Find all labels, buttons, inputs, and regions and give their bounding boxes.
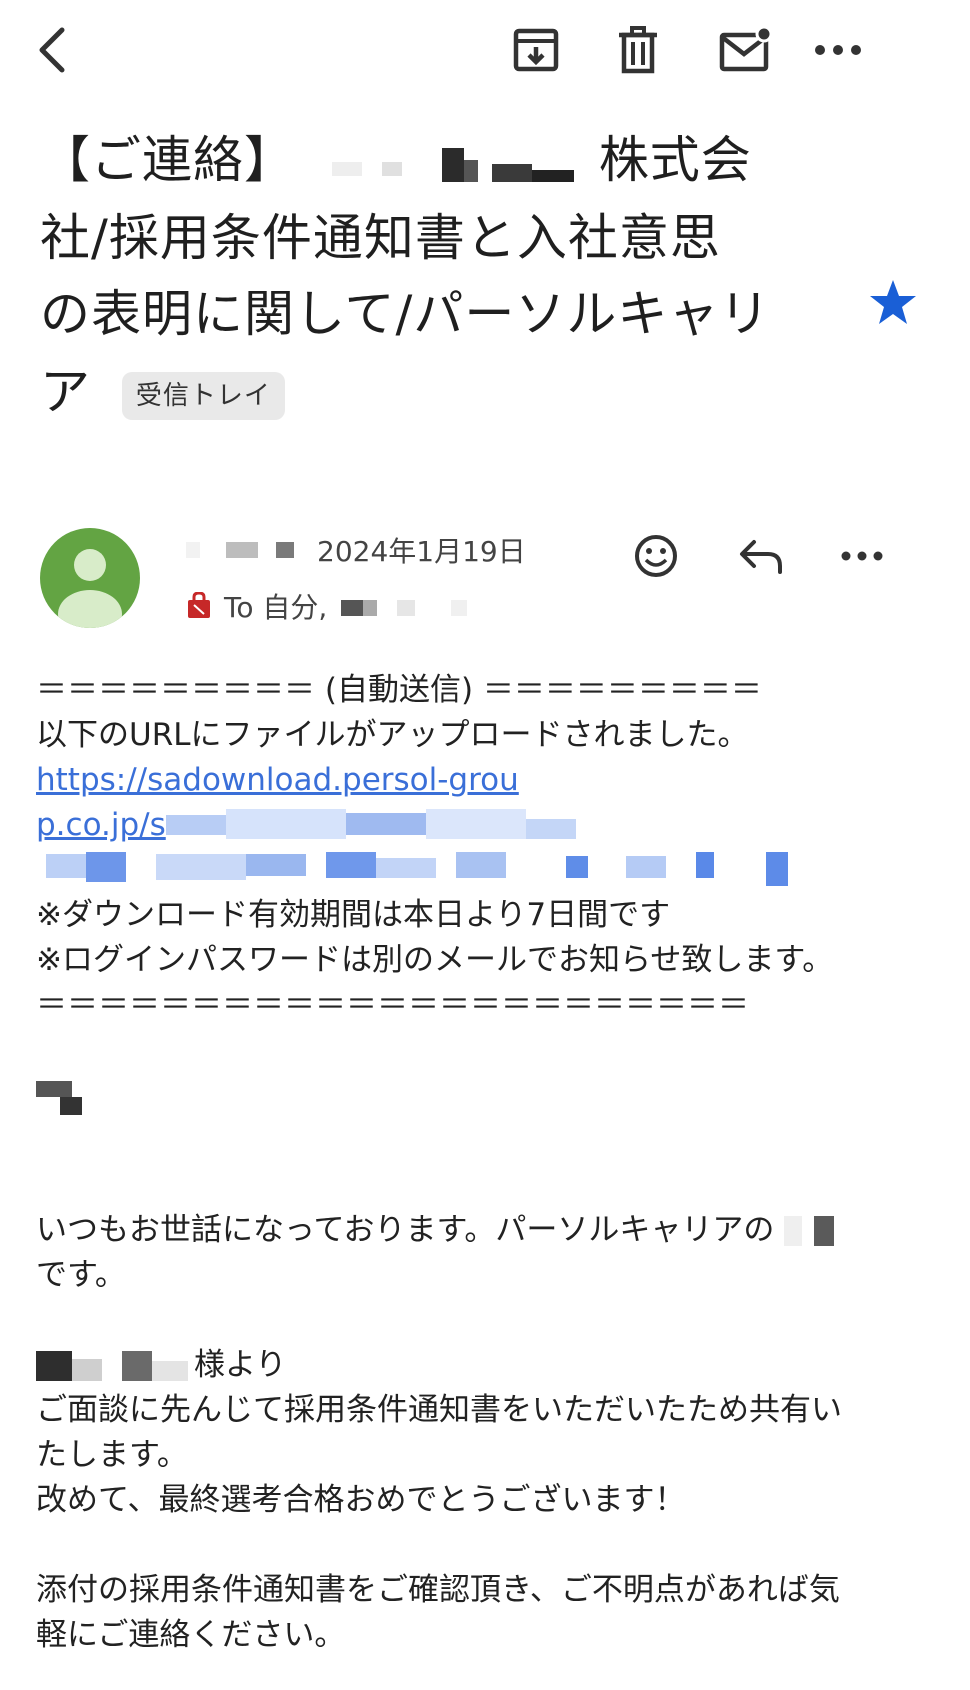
redacted-company-name (312, 144, 582, 184)
body-line: ご面談に先んじて採用条件通知書をいただいたため共有い (36, 1392, 842, 1428)
delete-button[interactable] (606, 18, 670, 82)
top-toolbar (0, 0, 970, 100)
body-line: いつもお世話になっております。パーソルキャリアの (36, 1208, 936, 1253)
recipients-row[interactable]: To 自分, (186, 586, 471, 626)
mail-unread-icon (719, 25, 773, 72)
archive-button[interactable] (504, 18, 568, 82)
message-more-button[interactable] (832, 526, 892, 586)
body-line: 添付の採用条件通知書をご確認頂き、ご不明点があれば気 (36, 1572, 840, 1608)
message-body: ＝＝＝＝＝＝＝＝＝ (自動送信) ＝＝＝＝＝＝＝＝＝ 以下のURLにファイルがア… (36, 668, 936, 1658)
download-link-continued[interactable]: p.co.jp/s (36, 807, 166, 843)
download-link[interactable]: https://sadownload.persol-grou (36, 762, 519, 798)
email-subject: 【ご連絡】 株式会 社/採用条件通知書と入社意思 の表明に関して/パーソルキャリ… (40, 120, 820, 432)
redacted-recipient (341, 594, 471, 618)
body-line: 以下のURLにファイルがアップロードされました。 (36, 717, 749, 753)
body-line: です。 (36, 1257, 126, 1293)
subject-line-3: の表明に関して/パーソルキャリ (40, 285, 771, 343)
trash-icon (619, 26, 657, 74)
to-label: To 自分, (224, 591, 328, 624)
star-toggle[interactable] (868, 278, 918, 330)
smiley-icon (635, 535, 677, 577)
redacted-sender-name (186, 538, 301, 562)
body-line: 軽にご連絡ください。 (36, 1617, 346, 1653)
more-horizontal-icon (841, 551, 883, 561)
star-icon (870, 280, 916, 324)
download-link-line-1[interactable]: https://sadownload.persol-grou (36, 758, 936, 803)
download-link-line-2[interactable]: p.co.jp/s (36, 803, 936, 848)
body-line: ＝＝＝＝＝＝＝＝＝ (自動送信) ＝＝＝＝＝＝＝＝＝ (36, 672, 762, 708)
emoji-react-button[interactable] (626, 526, 686, 586)
mark-unread-button[interactable] (714, 18, 778, 82)
body-line: ＝＝＝＝＝＝＝＝＝＝＝＝＝＝＝＝＝＝＝＝＝＝＝ (36, 987, 749, 1023)
message-date: 2024年1月19日 (317, 535, 526, 568)
reply-button[interactable] (732, 526, 792, 586)
redacted-url-line (36, 848, 936, 893)
body-line: ※ログインパスワードは別のメールでお知らせ致します。 (36, 942, 834, 978)
subject-line-1: 【ご連絡】 株式会 (40, 131, 752, 189)
redacted-client-name (36, 1349, 194, 1385)
body-line: 改めて、最終選考合格おめでとうございます！ (36, 1482, 686, 1518)
body-line: たします。 (36, 1437, 188, 1473)
external-sender-badge-icon (188, 592, 210, 618)
chevron-left-icon (39, 27, 65, 73)
more-horizontal-icon (815, 45, 861, 55)
body-line: 様より (36, 1343, 936, 1388)
redacted-addressee (36, 1073, 936, 1118)
body-line: ※ダウンロード有効期間は本日より7日間です (36, 897, 671, 933)
person-placeholder-icon (58, 549, 122, 628)
sender-avatar[interactable] (40, 528, 140, 628)
more-options-button[interactable] (806, 18, 870, 82)
sender-row[interactable]: 2024年1月19日 (186, 530, 526, 570)
inbox-label-chip[interactable]: 受信トレイ (121, 371, 285, 420)
subject-line-2: 社/採用条件通知書と入社意思 (40, 209, 721, 267)
reply-arrow-icon (740, 540, 782, 574)
redacted-url-part (166, 809, 586, 843)
archive-icon (513, 28, 559, 72)
back-button[interactable] (20, 18, 84, 82)
redacted-agent-name (784, 1214, 844, 1250)
subject-line-4: ア 受信トレイ (40, 352, 820, 432)
